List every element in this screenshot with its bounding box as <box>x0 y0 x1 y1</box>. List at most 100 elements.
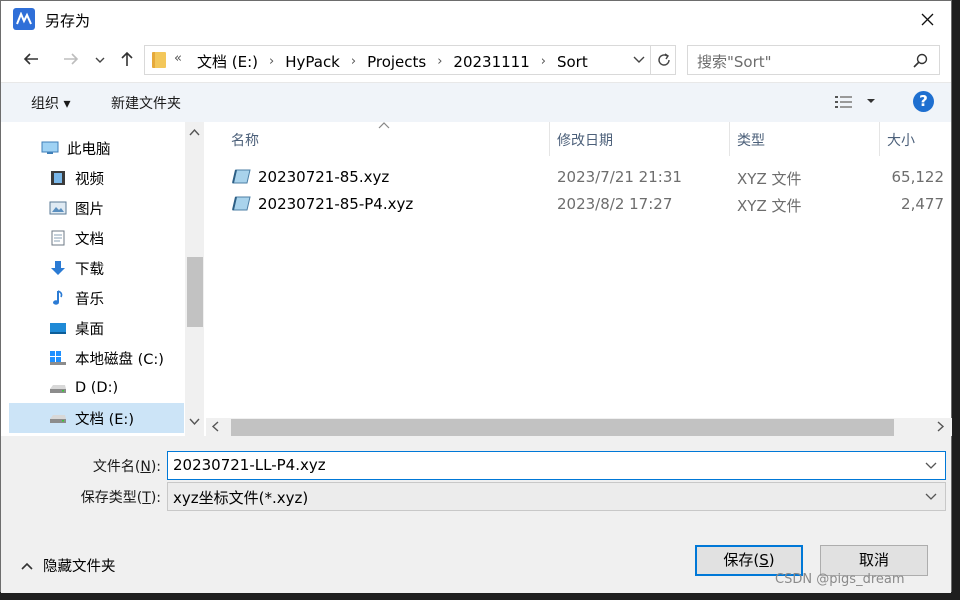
sidebar-item-drive-c[interactable]: 本地磁盘 (C:) <box>9 343 184 373</box>
filetype-select[interactable]: xyz坐标文件(*.xyz) <box>167 482 946 511</box>
document-icon <box>49 230 67 246</box>
breadcrumb-item[interactable]: 文档 (E:) <box>191 51 264 72</box>
sidebar-item-this-pc[interactable]: 此电脑 <box>9 133 184 163</box>
breadcrumb: 文档 (E:) › HyPack › Projects › 20231111 ›… <box>191 51 594 72</box>
hide-folders-toggle[interactable]: 隐藏文件夹 <box>21 555 116 576</box>
folder-icon <box>152 52 166 68</box>
hide-folders-label: 隐藏文件夹 <box>43 559 116 575</box>
scrollbar-thumb[interactable] <box>231 419 894 436</box>
desktop-icon <box>49 320 67 336</box>
picture-icon <box>49 200 67 216</box>
sidebar-item-downloads[interactable]: 下载 <box>9 253 184 283</box>
file-row[interactable]: 20230721-85.xyz 2023/7/21 21:31 XYZ 文件 6… <box>226 164 948 190</box>
pc-icon <box>41 140 59 156</box>
save-as-dialog: 另存为 « 文档 (E:) › HyPack › Projects › 2023… <box>0 0 952 593</box>
new-folder-button[interactable]: 新建文件夹 <box>111 93 181 113</box>
title-bar: 另存为 <box>1 1 951 39</box>
search-icon[interactable] <box>913 53 929 69</box>
filetype-label: 保存类型(T): <box>80 490 161 506</box>
sort-ascending-icon <box>378 122 390 129</box>
file-list-hscrollbar[interactable] <box>206 418 952 436</box>
sidebar-item-label: 音乐 <box>75 291 104 308</box>
window-title: 另存为 <box>45 12 91 30</box>
breadcrumb-item[interactable]: HyPack <box>279 53 346 71</box>
sidebar-scrollbar[interactable] <box>185 122 204 436</box>
scroll-up-icon[interactable] <box>189 128 200 136</box>
forward-button[interactable] <box>61 49 85 71</box>
filetype-value: xyz坐标文件(*.xyz) <box>173 489 309 507</box>
sidebar-item-label: D (D:) <box>75 380 119 396</box>
chevron-down-icon <box>95 57 105 63</box>
sidebar-item-label: 下载 <box>75 261 104 278</box>
file-size: 2,477 <box>901 195 944 213</box>
breadcrumb-separator-icon[interactable]: › <box>264 54 279 69</box>
chevron-down-icon[interactable] <box>925 462 937 470</box>
filename-input[interactable]: 20230721-LL-P4.xyz <box>167 451 946 480</box>
breadcrumb-separator-icon[interactable]: › <box>536 54 551 69</box>
scrollbar-thumb[interactable] <box>187 257 203 327</box>
address-bar[interactable]: « 文档 (E:) › HyPack › Projects › 20231111… <box>144 45 676 75</box>
refresh-button[interactable] <box>650 46 676 74</box>
column-label: 类型 <box>737 133 765 149</box>
video-icon <box>49 170 67 186</box>
navigation-pane: 此电脑 视频 图片 文档 下载 音乐 桌面 本地磁盘 (C:) D (D:) 文… <box>1 122 204 436</box>
breadcrumb-separator-icon[interactable]: › <box>346 54 361 69</box>
breadcrumb-separator-icon[interactable]: › <box>432 54 447 69</box>
xyz-file-icon <box>232 196 251 211</box>
music-icon <box>49 290 67 306</box>
scroll-left-icon[interactable] <box>211 421 219 432</box>
chevron-down-icon[interactable] <box>925 493 937 501</box>
close-icon <box>921 13 934 26</box>
arrow-left-icon <box>23 53 38 65</box>
sidebar-item-videos[interactable]: 视频 <box>9 163 184 193</box>
view-dropdown-icon[interactable] <box>866 97 876 105</box>
xyz-file-icon <box>232 169 251 184</box>
file-date: 2023/7/21 21:31 <box>557 168 682 186</box>
scroll-right-icon[interactable] <box>937 421 945 432</box>
scroll-down-icon[interactable] <box>189 418 200 426</box>
column-header-type[interactable]: 类型 <box>731 122 880 156</box>
column-header-date[interactable]: 修改日期 <box>551 122 730 156</box>
app-icon <box>13 8 35 30</box>
sidebar-item-music[interactable]: 音乐 <box>9 283 184 313</box>
chevron-up-icon <box>21 562 33 570</box>
sidebar-item-documents[interactable]: 文档 <box>9 223 184 253</box>
sidebar-item-pictures[interactable]: 图片 <box>9 193 184 223</box>
download-icon <box>49 260 67 276</box>
breadcrumb-item[interactable]: Projects <box>361 53 432 71</box>
column-label: 修改日期 <box>557 133 613 149</box>
back-button[interactable] <box>21 49 45 71</box>
file-type: XYZ 文件 <box>737 170 802 188</box>
file-date: 2023/8/2 17:27 <box>557 195 673 213</box>
sidebar-item-drive-d[interactable]: D (D:) <box>9 373 184 403</box>
sidebar-item-label: 文档 (E:) <box>75 411 134 428</box>
breadcrumb-item[interactable]: Sort <box>551 53 594 71</box>
save-options-panel: 文件名(N): 20230721-LL-P4.xyz 保存类型(T): xyz坐… <box>1 436 951 593</box>
help-button[interactable]: ? <box>913 91 934 112</box>
overflow-chevrons[interactable]: « <box>174 51 182 66</box>
column-header-name[interactable]: 名称 <box>206 122 550 156</box>
close-button[interactable] <box>905 1 951 39</box>
watermark: CSDN @pigs_dream <box>775 572 905 587</box>
search-input[interactable]: 搜索"Sort" <box>687 45 940 75</box>
sidebar-item-label: 桌面 <box>75 321 104 338</box>
drive-c-icon <box>49 350 67 366</box>
refresh-icon <box>658 53 670 66</box>
file-row[interactable]: 20230721-85-P4.xyz 2023/8/2 17:27 XYZ 文件… <box>226 191 948 217</box>
drive-icon <box>49 380 67 396</box>
breadcrumb-item[interactable]: 20231111 <box>447 53 535 71</box>
column-header-size[interactable]: 大小 <box>881 122 952 156</box>
address-dropdown-icon[interactable] <box>632 53 646 65</box>
sidebar-item-label: 文档 <box>75 231 104 248</box>
view-options-icon[interactable] <box>835 95 853 109</box>
recent-locations-button[interactable] <box>94 53 118 75</box>
organize-menu-button[interactable]: 组织 ▾ <box>31 93 70 113</box>
search-placeholder: 搜索"Sort" <box>697 53 772 71</box>
arrow-right-icon <box>64 53 79 65</box>
file-type: XYZ 文件 <box>737 197 802 215</box>
file-name: 20230721-85.xyz <box>258 168 390 186</box>
up-button[interactable] <box>117 49 141 71</box>
sidebar-item-drive-e[interactable]: 文档 (E:) <box>9 403 184 433</box>
sidebar-item-desktop[interactable]: 桌面 <box>9 313 184 343</box>
navigation-row: « 文档 (E:) › HyPack › Projects › 20231111… <box>1 41 951 79</box>
